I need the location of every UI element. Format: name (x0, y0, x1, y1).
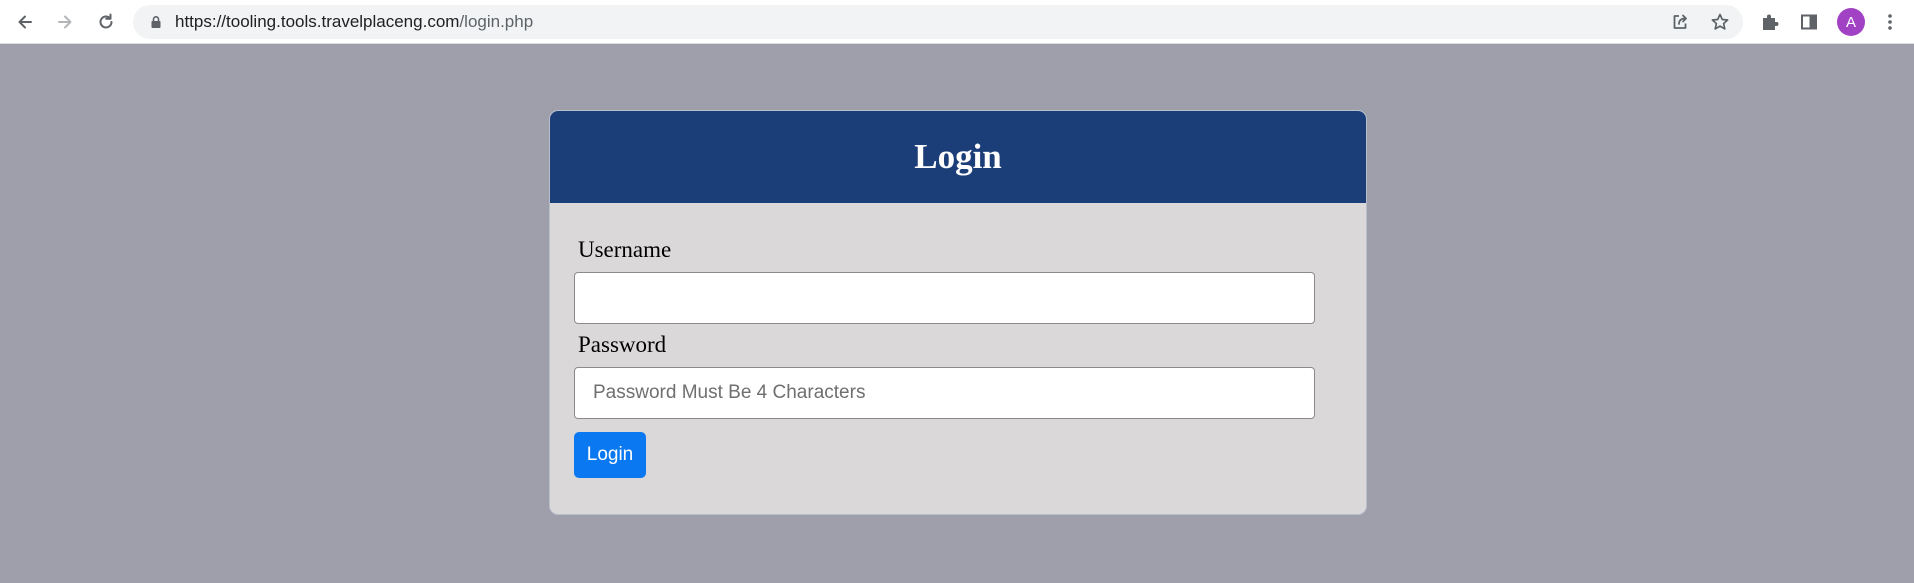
browser-toolbar: https://tooling.tools.travelplaceng.com/… (0, 0, 1914, 44)
share-icon[interactable] (1670, 12, 1690, 32)
address-bar[interactable]: https://tooling.tools.travelplaceng.com/… (133, 5, 1743, 39)
login-card-header: Login (550, 111, 1366, 203)
forward-button[interactable] (51, 8, 79, 36)
url-path: /login.php (459, 12, 534, 31)
arrow-left-icon (18, 15, 32, 29)
more-vert-icon (1888, 14, 1892, 30)
login-title: Login (914, 137, 1002, 176)
username-input[interactable] (574, 272, 1315, 324)
browser-menu-button[interactable] (1878, 10, 1902, 34)
url-domain: https://tooling.tools.travelplaceng.com (175, 12, 460, 31)
url-text[interactable]: https://tooling.tools.travelplaceng.com/… (175, 5, 533, 39)
extensions-button[interactable] (1758, 10, 1782, 34)
reload-icon (99, 13, 113, 29)
password-input[interactable] (574, 367, 1315, 419)
profile-avatar[interactable]: A (1837, 8, 1865, 36)
password-label: Password (578, 332, 667, 357)
side-panel-icon (1801, 14, 1817, 30)
reload-button[interactable] (92, 8, 120, 36)
puzzle-icon (1763, 14, 1779, 30)
side-panel-button[interactable] (1797, 10, 1821, 34)
star-icon[interactable] (1710, 12, 1730, 32)
login-button[interactable]: Login (574, 432, 646, 478)
username-label: Username (578, 237, 672, 262)
arrow-right-icon (58, 15, 72, 29)
back-button[interactable] (11, 8, 39, 36)
lock-icon[interactable] (149, 15, 163, 29)
login-card: Login Username Password Login (549, 110, 1367, 515)
